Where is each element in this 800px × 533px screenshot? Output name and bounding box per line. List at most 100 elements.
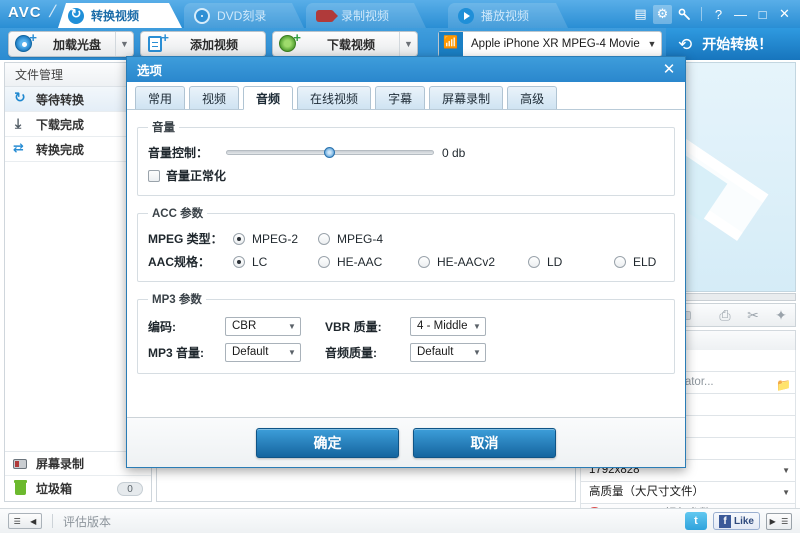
scissors-icon[interactable]: ✂ — [739, 307, 767, 324]
control-separator — [701, 7, 702, 21]
mp3-volume-select[interactable]: Default ▼ — [225, 342, 301, 362]
maximize-icon[interactable]: □ — [753, 5, 772, 24]
tab-audio[interactable]: 音频 — [243, 86, 294, 110]
app-window: AVC / 转换视频 DVD刻录 录制视频 播放视频 ▤ ⚙ — [0, 0, 800, 533]
tab-record-video[interactable]: 录制视频 — [306, 3, 426, 28]
vbr-quality-select[interactable]: 4 - Middle ▼ — [410, 316, 486, 336]
status-bar: ☰ ◀ 评估版本 t f Like ▶ ☰ — [0, 508, 800, 533]
facebook-like-button[interactable]: f Like — [712, 512, 760, 530]
social-buttons: t f Like ▶ ☰ — [684, 512, 792, 530]
format-caret-icon[interactable]: ▼ — [643, 39, 661, 49]
disc-icon: + — [13, 31, 39, 55]
radio-lc-indicator[interactable] — [233, 255, 245, 268]
download-video-caret-icon[interactable]: ▼ — [399, 32, 417, 56]
dialog-title: 选项 — [137, 64, 163, 78]
audio-quality-label: 音频质量: — [325, 345, 377, 360]
status-menu-button[interactable]: ▶ ☰ — [766, 512, 792, 530]
dialog-close-icon[interactable]: ✕ — [659, 60, 679, 80]
audio-quality-select[interactable]: Default ▼ — [410, 342, 486, 362]
tab-general[interactable]: 常用 — [135, 86, 186, 109]
snapshot-icon[interactable]: ⎙ — [711, 307, 739, 324]
dialog-body: 音量 音量控制： 0 db 音量正常化 ACC 参数 MPEG 类型： MPEG… — [127, 110, 685, 417]
trash-icon — [13, 479, 29, 497]
radio-mpeg-2-indicator[interactable] — [233, 232, 245, 245]
tab-video[interactable]: 视频 — [189, 86, 240, 109]
wrench-icon[interactable] — [675, 5, 694, 24]
tab-play-video[interactable]: 播放视频 — [448, 3, 568, 28]
format-icon — [439, 32, 463, 56]
volume-group: 音量 音量控制： 0 db 音量正常化 — [137, 119, 675, 196]
radio-he-aacv2-label: HE-AACv2 — [437, 254, 496, 269]
radio-eld-indicator[interactable] — [614, 255, 626, 268]
radio-mpeg-2[interactable]: MPEG-2 — [233, 232, 318, 246]
start-convert-button[interactable]: ⟲ 开始转换！ — [666, 28, 800, 60]
mp3-volume-row: MP3 音量: Default ▼ 音频质量: Default ▼ — [148, 339, 664, 365]
tab-convert-video[interactable]: 转换视频 — [58, 3, 182, 28]
twitter-icon[interactable]: t — [684, 512, 707, 530]
gear-icon[interactable]: ⚙ — [653, 4, 672, 24]
sidebar-toggle-button[interactable]: ☰ ◀ — [8, 513, 42, 529]
ok-button[interactable]: 确定 — [256, 427, 399, 458]
volume-control-label: 音量控制： — [148, 146, 209, 160]
resolution-caret-icon[interactable]: ▼ — [782, 460, 790, 481]
minimize-icon[interactable]: — — [731, 5, 750, 24]
volume-slider[interactable] — [226, 147, 434, 158]
window-controls: ▤ ⚙ ? — □ ✕ — [631, 0, 794, 28]
radio-he-aac[interactable]: HE-AAC — [318, 255, 418, 269]
play-arrow-icon: ▶ — [769, 516, 776, 526]
add-video-button[interactable]: + 添加视频 — [140, 31, 266, 57]
menu-lines-icon: ☰ — [781, 516, 789, 526]
load-disc-button[interactable]: + 加载光盘 ▼ — [8, 31, 134, 57]
tab-advanced[interactable]: 高级 — [507, 86, 558, 109]
volume-normalize-checkbox[interactable] — [148, 169, 160, 182]
trash-count-badge: 0 — [117, 481, 143, 496]
radio-mpeg-4-label: MPEG-4 — [337, 231, 384, 246]
radio-he-aacv2[interactable]: HE-AACv2 — [418, 255, 528, 269]
radio-lc-label: LC — [252, 254, 268, 269]
record-icon — [316, 10, 334, 22]
radio-eld[interactable]: ELD — [614, 255, 656, 269]
radio-lc[interactable]: LC — [233, 255, 318, 269]
volume-normalize-row[interactable]: 音量正常化 — [148, 164, 664, 187]
download-video-button[interactable]: + 下载视频 ▼ — [272, 31, 418, 57]
audio-quality-caret-icon[interactable]: ▼ — [469, 348, 485, 357]
encode-value: CBR — [232, 320, 257, 332]
sidebar-item-downloaded-label: 下载完成 — [36, 117, 85, 132]
radio-mpeg-4-indicator[interactable] — [318, 232, 330, 245]
radio-he-aac-indicator[interactable] — [318, 255, 330, 268]
title-bar: AVC / 转换视频 DVD刻录 录制视频 播放视频 ▤ ⚙ — [0, 0, 800, 28]
mp3-params-legend: MP3 参数 — [152, 294, 202, 306]
close-icon[interactable]: ✕ — [775, 5, 794, 24]
tab-screen-record[interactable]: 屏幕录制 — [429, 86, 504, 109]
mp3-volume-caret-icon[interactable]: ▼ — [284, 348, 300, 357]
play-icon — [458, 8, 474, 24]
tab-online-video[interactable]: 在线视频 — [297, 86, 372, 109]
load-disc-caret-icon[interactable]: ▼ — [115, 32, 133, 56]
radio-mpeg-4[interactable]: MPEG-4 — [318, 232, 403, 246]
radio-ld-indicator[interactable] — [528, 255, 540, 268]
dialog-footer: 确定 取消 — [127, 417, 685, 467]
output-format-value: Apple iPhone XR MPEG-4 Movie (*.m... — [471, 38, 643, 50]
tab-play-video-label: 播放视频 — [481, 9, 530, 23]
output-format-select[interactable]: Apple iPhone XR MPEG-4 Movie (*.m... ▼ — [438, 31, 662, 57]
radio-ld[interactable]: LD — [528, 255, 614, 269]
tab-dvd-burn[interactable]: DVD刻录 — [184, 3, 304, 28]
effects-icon[interactable]: ✦ — [767, 307, 795, 324]
screen-record-icon — [13, 456, 29, 472]
folder-icon[interactable]: 📁 — [776, 375, 791, 393]
volume-slider-knob[interactable] — [324, 147, 335, 158]
radio-he-aacv2-indicator[interactable] — [418, 255, 430, 268]
quality-caret-icon[interactable]: ▼ — [782, 482, 790, 503]
encode-caret-icon[interactable]: ▼ — [284, 322, 300, 331]
convert-done-icon — [13, 140, 29, 157]
tab-subtitle[interactable]: 字幕 — [375, 86, 426, 109]
sidebar-item-trash[interactable]: 垃圾箱 0 — [5, 476, 151, 501]
cancel-button[interactable]: 取消 — [413, 427, 556, 458]
option-row-quality[interactable]: 高质量（大尺寸文件） ▼ — [580, 482, 796, 504]
acc-params-legend: ACC 参数 — [152, 208, 204, 220]
encode-select[interactable]: CBR ▼ — [225, 316, 301, 336]
facebook-like-label: Like — [733, 515, 754, 527]
vbr-quality-caret-icon[interactable]: ▼ — [469, 322, 485, 331]
log-icon[interactable]: ▤ — [631, 5, 650, 24]
help-icon[interactable]: ? — [709, 5, 728, 24]
